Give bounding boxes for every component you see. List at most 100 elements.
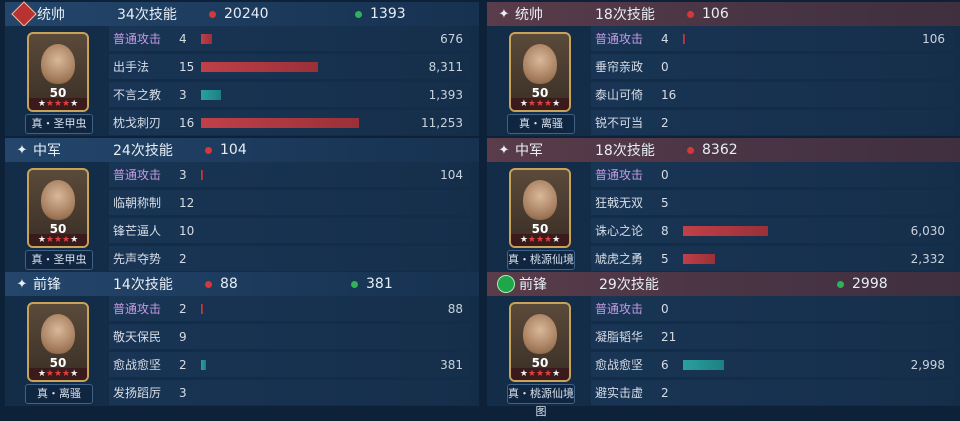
- panel-body: 50 ★★★★★ 真・圣甲虫 普通攻击 4 676 出手法 15 8,311 不…: [5, 26, 479, 136]
- skill-count: 24次技能: [113, 143, 173, 159]
- tactic-name: 真・圣甲虫: [25, 114, 93, 134]
- heal-value: 2998: [852, 276, 888, 292]
- skill-count: 15: [179, 59, 195, 74]
- skill-name: 枕戈刺刃: [113, 116, 162, 130]
- skill-bar-track: [201, 197, 381, 209]
- hero-avatar[interactable]: 50 ★★★★★: [27, 168, 89, 248]
- panel-header: ✦ 前锋 14次技能 88 381: [5, 272, 479, 296]
- skill-bar: [683, 33, 685, 44]
- skill-value: 106: [922, 31, 945, 46]
- skill-row: 发扬蹈厉 3: [109, 380, 471, 405]
- skill-row: 垂帘亲政 0: [591, 54, 953, 79]
- skill-bar-track: [201, 359, 381, 371]
- skill-bar-track: [201, 169, 381, 181]
- general-stat-panel: ✦ 中军 18次技能 8362 50 ★★★★★ 真・桃源仙境图 普通攻击 0 …: [487, 138, 960, 284]
- heal-dot-icon: [355, 10, 362, 18]
- skill-name: 普通攻击: [595, 32, 644, 46]
- heal-value: 381: [366, 276, 393, 292]
- skill-bar: [201, 117, 360, 128]
- position-label: 前锋: [519, 277, 547, 293]
- skill-bar-track: [201, 89, 381, 101]
- star-rating: ★★★★★: [511, 98, 569, 110]
- green-heart-badge-icon: [497, 275, 515, 293]
- panel-body: 50 ★★★★★ 真・桃源仙境图 普通攻击 0 凝脂韬华 21 愈战愈坚 6 2…: [487, 296, 960, 418]
- skill-row: 锐不可当 2: [591, 110, 953, 135]
- skill-count: 3: [179, 385, 187, 400]
- position-label: 统帅: [37, 7, 65, 23]
- skill-bar-track: [683, 359, 863, 371]
- hero-portrait: [41, 44, 75, 84]
- tactic-name: 真・桃源仙境图: [507, 250, 575, 284]
- skill-row: 临朝称制 12: [109, 190, 471, 215]
- skill-count: 0: [661, 59, 669, 74]
- skill-bar: [201, 61, 318, 72]
- skill-value: 676: [440, 31, 463, 46]
- hero-avatar[interactable]: 50 ★★★★★: [509, 168, 571, 248]
- skill-bar-track: [201, 33, 381, 45]
- skill-count: 18次技能: [595, 143, 655, 159]
- damage-value: 20240: [224, 6, 269, 22]
- position-label: 统帅: [515, 7, 543, 23]
- heal-total: 1393: [355, 6, 406, 22]
- sparkle-icon: ✦: [16, 276, 28, 292]
- panel-body: 50 ★★★★★ 真・离骚 普通攻击 2 88 敬天保民 9 愈战愈坚 2 38…: [5, 296, 479, 406]
- position-label: 中军: [33, 143, 61, 159]
- panel-body: 50 ★★★★★ 真・离骚 普通攻击 4 106 垂帘亲政 0 泰山可倚 16 …: [487, 26, 960, 136]
- heal-total: 381: [351, 276, 393, 292]
- hero-avatar[interactable]: 50 ★★★★★: [27, 32, 89, 112]
- skill-bar-track: [201, 387, 381, 399]
- damage-total: 106: [687, 6, 833, 22]
- skill-count: 12: [179, 195, 195, 210]
- skill-bar: [201, 169, 203, 180]
- star-rating: ★★★★★: [29, 234, 87, 246]
- panel-header: 统帅 34次技能 20240 1393: [5, 1, 479, 27]
- skill-name: 普通攻击: [113, 168, 162, 182]
- skill-count: 10: [179, 223, 195, 238]
- damage-dot-icon: [205, 146, 212, 154]
- skill-count: 2: [661, 115, 669, 130]
- damage-total: 104: [205, 142, 351, 158]
- skill-row: 愈战愈坚 2 381: [109, 352, 471, 377]
- position-label: 中军: [515, 143, 543, 159]
- skill-row: 出手法 15 8,311: [109, 54, 471, 79]
- hero-avatar[interactable]: 50 ★★★★★: [509, 32, 571, 112]
- skill-name: 临朝称制: [113, 196, 162, 210]
- skill-name: 先声夺势: [113, 252, 162, 266]
- skill-name: 出手法: [113, 60, 150, 74]
- skill-row: 诛心之论 8 6,030: [591, 218, 953, 243]
- skill-row: 普通攻击 2 88: [109, 296, 471, 321]
- skill-name: 凝脂韬华: [595, 330, 644, 344]
- panel-body: 50 ★★★★★ 真・圣甲虫 普通攻击 3 104 临朝称制 12 锋芒逼人 1…: [5, 162, 479, 272]
- skill-row: 愈战愈坚 6 2,998: [591, 352, 953, 377]
- skill-count: 2: [179, 301, 187, 316]
- skill-name: 狂戟无双: [595, 196, 644, 210]
- hero-avatar[interactable]: 50 ★★★★★: [509, 302, 571, 382]
- skill-name: 普通攻击: [595, 302, 644, 316]
- skill-row: 敬天保民 9: [109, 324, 471, 349]
- hero-avatar[interactable]: 50 ★★★★★: [27, 302, 89, 382]
- damage-dot-icon: [205, 280, 212, 288]
- skill-bar: [683, 225, 768, 236]
- general-stat-panel: 前锋 29次技能 2998 50 ★★★★★ 真・桃源仙境图 普通攻击 0 凝脂…: [487, 272, 960, 418]
- sparkle-icon: ✦: [498, 142, 510, 158]
- skill-name: 愈战愈坚: [595, 358, 644, 372]
- skill-value: 8,311: [428, 59, 463, 74]
- skill-bar-track: [683, 117, 863, 129]
- sparkle-icon: ✦: [498, 6, 510, 22]
- skill-name: 锐不可当: [595, 116, 644, 130]
- skill-count: 16: [179, 115, 195, 130]
- skill-count: 18次技能: [595, 7, 655, 23]
- damage-dot-icon: [687, 146, 694, 154]
- skill-bar-track: [201, 331, 381, 343]
- skill-row: 狂戟无双 5: [591, 190, 953, 215]
- general-stat-panel: ✦ 统帅 18次技能 106 50 ★★★★★ 真・离骚 普通攻击 4 106 …: [487, 2, 960, 136]
- skill-name: 敬天保民: [113, 330, 162, 344]
- damage-value: 104: [220, 142, 247, 158]
- skill-row: 普通攻击 0: [591, 296, 953, 321]
- damage-total: 88: [205, 276, 351, 292]
- skill-count: 2: [179, 357, 187, 372]
- skill-bar-track: [683, 197, 863, 209]
- damage-value: 106: [702, 6, 729, 22]
- general-stat-panel: 统帅 34次技能 20240 1393 50 ★★★★★ 真・圣甲虫 普通攻击 …: [5, 1, 479, 136]
- tactic-name: 真・圣甲虫: [25, 250, 93, 270]
